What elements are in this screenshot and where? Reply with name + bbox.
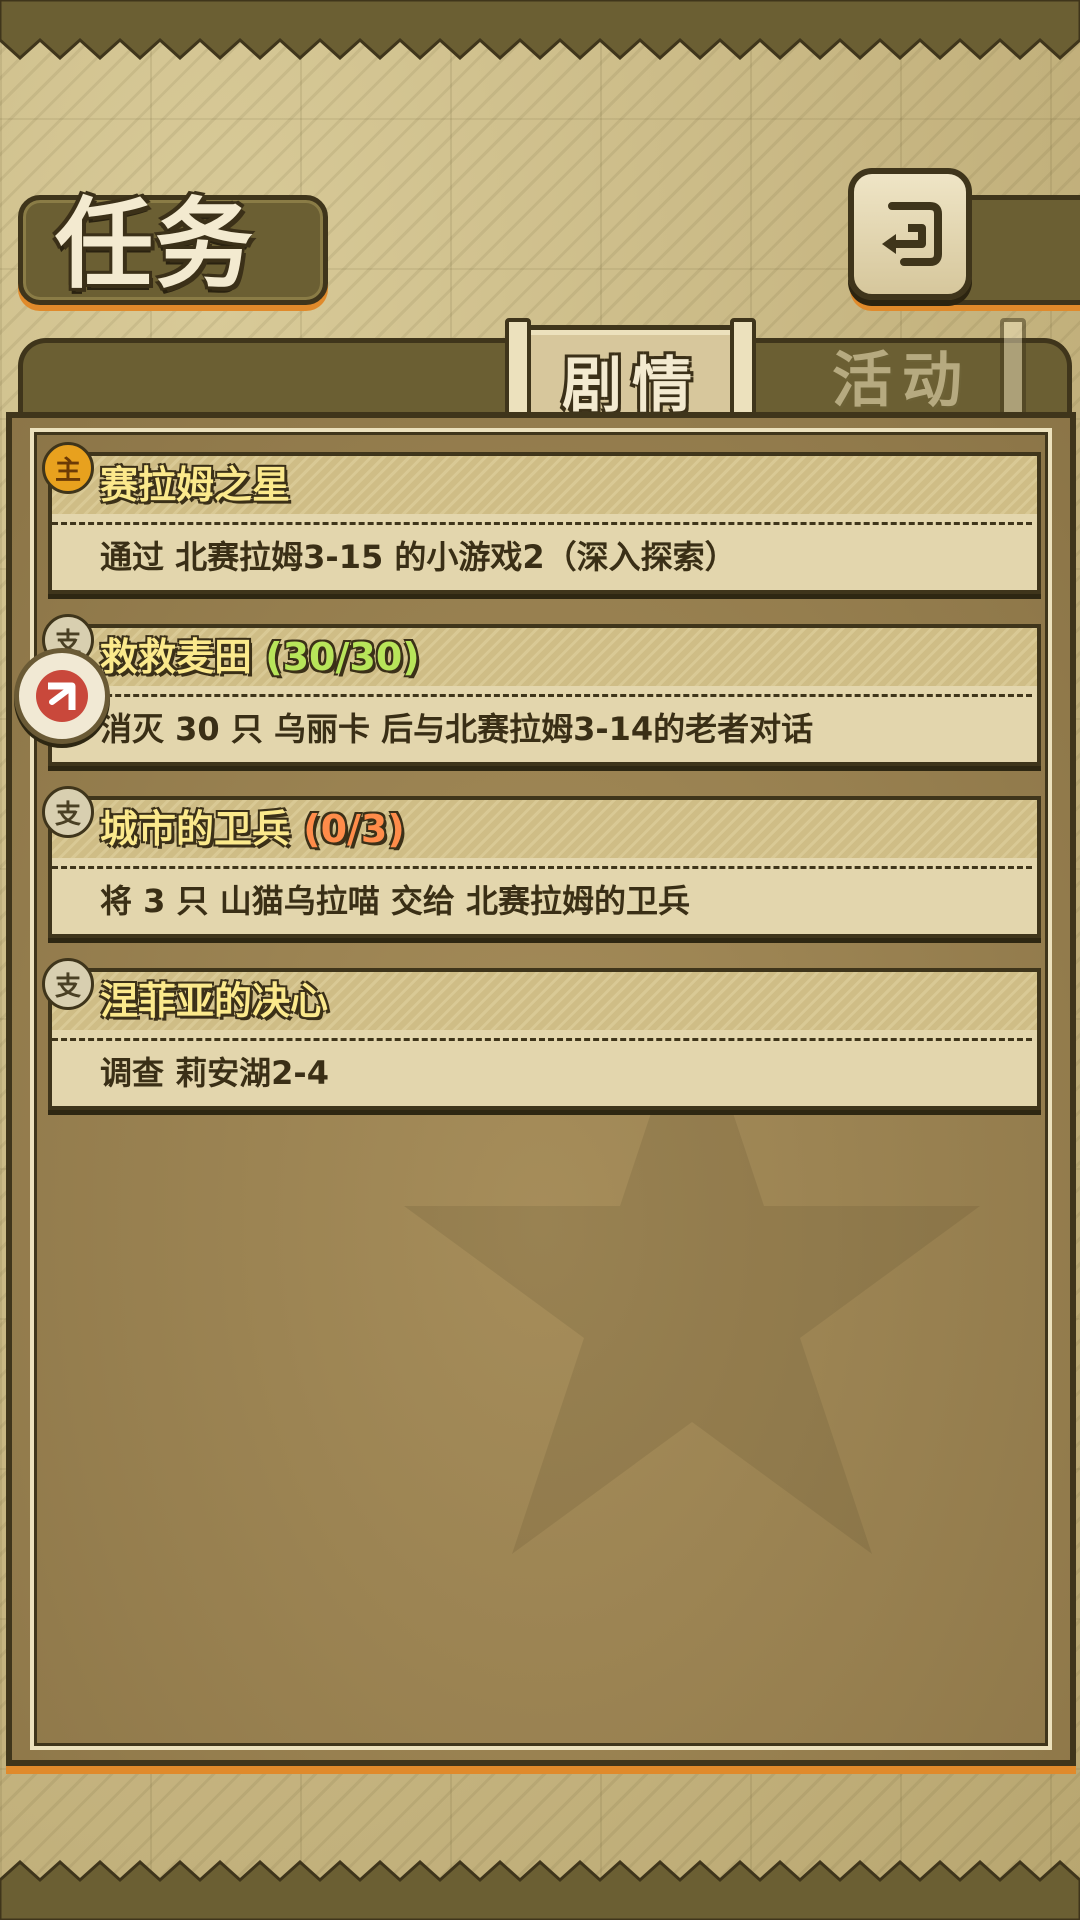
page-title: 任务 <box>55 187 256 302</box>
quest-description: 调查 莉安湖2-4 <box>100 1054 329 1092</box>
top-zigzag-border <box>0 0 1080 60</box>
quest-title: 赛拉姆之星 <box>100 458 290 512</box>
quest-card[interactable]: 支 救救麦田 (30/30) 消灭 30 只 乌丽卡 后与北赛拉姆3-14的老者… <box>42 614 1041 766</box>
quest-dash-divider <box>52 866 1032 869</box>
quest-description: 通过 北赛拉姆3-15 的小游戏2（深入探索） <box>100 538 737 576</box>
quest-card[interactable]: 支 城市的卫兵 (0/3) 将 3 只 山猫乌拉喵 交给 北赛拉姆的卫兵 <box>42 786 1041 938</box>
quest-title-text: 赛拉姆之星 <box>100 463 291 507</box>
quest-title-text: 救救麦田 <box>100 635 253 679</box>
quest-progress: (30/30) <box>265 635 420 679</box>
bottom-zigzag-border <box>0 1860 1080 1920</box>
quest-title: 城市的卫兵 (0/3) <box>100 802 405 856</box>
quest-card[interactable]: 支 涅菲亚的决心 调查 莉安湖2-4 <box>42 958 1041 1110</box>
back-button[interactable] <box>848 168 972 300</box>
navigate-arrow-icon <box>36 670 88 722</box>
quest-progress: (0/3) <box>303 807 405 851</box>
side-quest-badge: 支 <box>42 786 94 838</box>
quest-card[interactable]: 主 赛拉姆之星 通过 北赛拉姆3-15 的小游戏2（深入探索） <box>42 442 1041 594</box>
main-quest-badge: 主 <box>42 442 94 494</box>
side-quest-badge: 支 <box>42 958 94 1010</box>
quest-description: 消灭 30 只 乌丽卡 后与北赛拉姆3-14的老者对话 <box>100 710 814 748</box>
quest-dash-divider <box>52 1038 1032 1041</box>
quest-title: 涅菲亚的决心 <box>100 974 328 1028</box>
tab-events[interactable]: 活动 <box>782 325 1022 425</box>
tab-post-far <box>1000 318 1026 416</box>
return-arrow-icon <box>882 202 942 266</box>
quest-title-text: 涅菲亚的决心 <box>100 979 329 1023</box>
quest-dash-divider <box>52 694 1032 697</box>
quest-navigate-button[interactable] <box>14 648 110 744</box>
quest-title-text: 城市的卫兵 <box>100 807 291 851</box>
quest-description: 将 3 只 山猫乌拉喵 交给 北赛拉姆的卫兵 <box>100 882 690 920</box>
quest-dash-divider <box>52 522 1032 525</box>
quest-title: 救救麦田 (30/30) <box>100 630 420 684</box>
